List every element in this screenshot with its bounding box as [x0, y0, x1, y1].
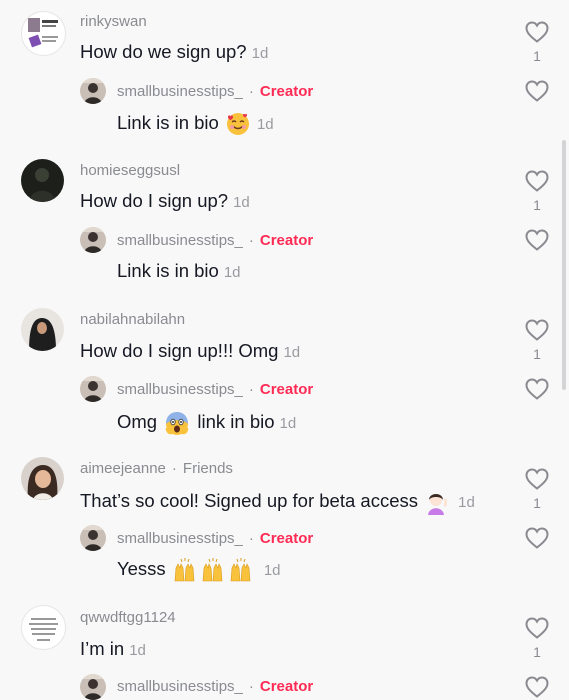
separator-dot: ·	[248, 678, 254, 695]
creator-badge: Creator	[259, 83, 314, 100]
creator-badge: Creator	[259, 381, 314, 398]
creator-badge: Creator	[259, 678, 314, 695]
reply-age: 1d	[263, 562, 281, 579]
reply-header: smallbusinesstips_ · Creator	[117, 381, 313, 398]
reply-body: Link is in bio	[117, 260, 219, 281]
smiling-face-with-hearts-emoji	[226, 113, 249, 136]
heart-outline-icon[interactable]	[525, 229, 549, 251]
comment-text: How do I sign up? 1d	[80, 190, 250, 212]
creator-avatar[interactable]	[80, 78, 106, 104]
reply-age: 1d	[223, 264, 241, 281]
reply-body-before: Omg	[117, 410, 158, 432]
separator-dot: ·	[248, 232, 254, 249]
avatar[interactable]	[21, 605, 66, 650]
heart-outline-icon[interactable]	[525, 170, 549, 192]
separator-dot: ·	[248, 530, 254, 547]
comment-body: I’m in	[80, 638, 125, 659]
reply-username[interactable]: smallbusinesstips_	[117, 232, 243, 249]
reply-username[interactable]: smallbusinesstips_	[117, 381, 243, 398]
comment-header: aimeejeanne · Friends	[80, 460, 233, 477]
reply-text: Omg link in bio 1d	[117, 410, 296, 436]
reply-username[interactable]: smallbusinesstips_	[117, 678, 243, 695]
heart-outline-icon[interactable]	[525, 676, 549, 698]
separator-dot: ·	[248, 83, 254, 100]
creator-avatar[interactable]	[80, 376, 106, 402]
like-count: 1	[533, 495, 541, 511]
reply-body: Link is in bio	[117, 112, 219, 133]
avatar[interactable]	[21, 457, 64, 500]
comment-text: I’m in 1d	[80, 638, 146, 660]
comment-username[interactable]: qwwdftgg1124	[80, 609, 176, 626]
comment-text: How do we sign up? 1d	[80, 41, 268, 63]
friends-tag: Friends	[182, 460, 233, 477]
separator-dot: ·	[171, 460, 177, 477]
reply-body: Yesss	[117, 558, 166, 579]
creator-avatar[interactable]	[80, 227, 106, 253]
reply-age: 1d	[279, 414, 297, 432]
reply-header: smallbusinesstips_ · Creator	[117, 530, 313, 547]
heart-outline-icon[interactable]	[525, 468, 549, 490]
reply-username[interactable]: smallbusinesstips_	[117, 530, 243, 547]
creator-avatar[interactable]	[80, 525, 106, 551]
heart-outline-icon[interactable]	[525, 21, 549, 43]
comment-age: 1d	[283, 344, 301, 361]
comment-username[interactable]: homieseggsusl	[80, 162, 180, 179]
comment-age: 1d	[458, 493, 475, 511]
scrollbar[interactable]	[562, 140, 566, 390]
comment-age: 1d	[129, 642, 146, 659]
reply-header: smallbusinesstips_ · Creator	[117, 232, 313, 249]
comment-body: How do I sign up!!! Omg	[80, 340, 279, 361]
comment-age: 1d	[251, 45, 269, 62]
like-count: 1	[533, 48, 541, 64]
reply-text: Link is in bio 1d	[117, 260, 241, 282]
reply-header: smallbusinesstips_ · Creator	[117, 83, 313, 100]
comment-body: How do we sign up?	[80, 41, 247, 62]
like-count: 1	[533, 197, 541, 213]
screaming-face-emoji	[165, 412, 189, 435]
person-tipping-hand-emoji	[428, 494, 448, 515]
heart-outline-icon[interactable]	[525, 527, 549, 549]
avatar[interactable]	[21, 308, 64, 351]
raised-hands-emoji	[174, 558, 251, 582]
separator-dot: ·	[248, 381, 254, 398]
creator-badge: Creator	[259, 232, 314, 249]
creator-avatar[interactable]	[80, 674, 106, 700]
reply-age: 1d	[256, 116, 274, 133]
like-count: 1	[533, 346, 541, 362]
reply-body-after: link in bio	[197, 410, 275, 432]
comment-username[interactable]: aimeejeanne	[80, 460, 166, 477]
comment-username[interactable]: nabilahnabilahn	[80, 311, 185, 328]
reply-text: Link is in bio 1d	[117, 112, 274, 136]
comment-text: That’s so cool! Signed up for beta acces…	[80, 489, 475, 515]
heart-outline-icon[interactable]	[525, 378, 549, 400]
comment-text: How do I sign up!!! Omg 1d	[80, 340, 300, 362]
comment-age: 1d	[233, 194, 250, 211]
like-count: 1	[533, 644, 541, 660]
avatar[interactable]	[21, 11, 66, 56]
comment-body: How do I sign up?	[80, 190, 229, 211]
reply-header: smallbusinesstips_ · Creator	[117, 678, 313, 695]
creator-badge: Creator	[259, 530, 314, 547]
comment-body: That’s so cool! Signed up for beta acces…	[80, 489, 418, 511]
heart-outline-icon[interactable]	[525, 319, 549, 341]
reply-username[interactable]: smallbusinesstips_	[117, 83, 243, 100]
comment-username[interactable]: rinkyswan	[80, 13, 147, 30]
avatar[interactable]	[21, 159, 64, 202]
heart-outline-icon[interactable]	[525, 617, 549, 639]
reply-text: Yesss 1d	[117, 558, 281, 582]
heart-outline-icon[interactable]	[525, 80, 549, 102]
